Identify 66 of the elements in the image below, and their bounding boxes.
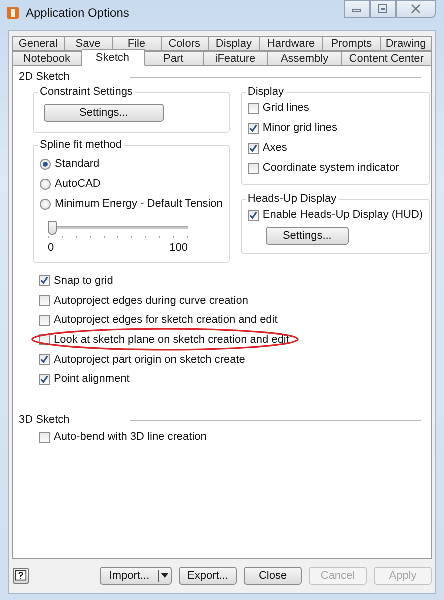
checkbox[interactable] bbox=[39, 374, 50, 385]
radio-label: Standard bbox=[55, 158, 100, 170]
group-title: Display bbox=[246, 86, 285, 98]
checkbox-label: Enable Heads-Up Display (HUD) bbox=[262, 209, 424, 221]
window-title: Application Options bbox=[26, 6, 130, 20]
group-title: Spline fit method bbox=[39, 139, 123, 151]
help-button[interactable] bbox=[13, 568, 29, 584]
section-heading: 3D Sketch bbox=[19, 414, 70, 426]
slider-thumb[interactable] bbox=[48, 221, 57, 235]
checkbox[interactable] bbox=[248, 162, 259, 174]
checkbox-label: Coordinate system indicator bbox=[262, 162, 400, 174]
import-button[interactable]: Import... bbox=[101, 570, 158, 582]
tab[interactable]: Assembly bbox=[268, 51, 342, 66]
checkbox[interactable] bbox=[39, 275, 50, 286]
tab[interactable]: Hardware bbox=[260, 36, 324, 51]
tab[interactable]: Sketch bbox=[82, 49, 145, 66]
group-title: Constraint Settings bbox=[39, 86, 134, 98]
slider-max-label: 100 bbox=[170, 242, 188, 254]
close-icon bbox=[411, 4, 421, 14]
section-heading: 2D Sketch bbox=[19, 71, 70, 83]
checkbox[interactable] bbox=[248, 102, 259, 114]
tab[interactable]: Prompts bbox=[323, 36, 382, 51]
tab[interactable]: Part bbox=[144, 51, 204, 66]
tab[interactable]: Drawing bbox=[381, 36, 432, 51]
tab[interactable]: General bbox=[12, 36, 65, 51]
maximize-button[interactable] bbox=[370, 0, 396, 18]
checkbox-label: Autoproject edges for sketch creation and edit bbox=[54, 314, 278, 326]
maximize-icon bbox=[378, 4, 388, 14]
checkbox-label: Autoproject edges during curve creation bbox=[54, 294, 248, 307]
checkbox[interactable] bbox=[248, 210, 259, 220]
radio-button[interactable] bbox=[40, 178, 51, 190]
tab[interactable]: Save bbox=[64, 36, 113, 51]
app-icon bbox=[6, 6, 20, 20]
radio-button[interactable] bbox=[40, 158, 51, 170]
checkbox-label: Grid lines bbox=[262, 102, 310, 114]
radio-label: Minimum Energy - Default Tension bbox=[55, 198, 223, 210]
dialog-button[interactable]: Close bbox=[244, 567, 302, 585]
group-title: Heads-Up Display bbox=[246, 193, 338, 205]
minimize-button[interactable] bbox=[344, 0, 370, 18]
checkbox[interactable] bbox=[39, 295, 50, 306]
settings-button[interactable]: Settings... bbox=[266, 227, 349, 245]
dropdown-arrow-icon[interactable] bbox=[159, 573, 171, 579]
tab[interactable]: Content Center bbox=[342, 51, 432, 66]
checkbox[interactable] bbox=[39, 314, 50, 326]
checkbox-label: Minor grid lines bbox=[262, 122, 338, 134]
tab[interactable]: Notebook bbox=[12, 51, 82, 66]
checkbox-label: Autoproject part origin on sketch create bbox=[54, 354, 246, 366]
checkbox-label: Auto-bend with 3D line creation bbox=[54, 431, 207, 444]
tab[interactable]: iFeature bbox=[204, 51, 268, 66]
settings-button[interactable]: Settings... bbox=[44, 104, 164, 122]
tab[interactable]: Colors bbox=[162, 36, 209, 51]
checkbox[interactable] bbox=[248, 142, 259, 154]
slider-min-label: 0 bbox=[48, 242, 54, 254]
checkbox[interactable] bbox=[248, 122, 259, 134]
close-button[interactable] bbox=[396, 0, 436, 18]
checkbox-label: Look at sketch plane on sketch creation and edit bbox=[54, 334, 290, 346]
dialog-button[interactable]: Export... bbox=[179, 567, 237, 585]
tab[interactable]: Display bbox=[208, 36, 260, 51]
checkbox-label: Point alignment bbox=[54, 373, 130, 386]
checkbox[interactable] bbox=[39, 432, 50, 443]
checkbox-label: Snap to grid bbox=[54, 274, 114, 287]
radio-label: AutoCAD bbox=[55, 178, 101, 190]
checkbox-label: Axes bbox=[262, 142, 288, 154]
radio-button[interactable] bbox=[40, 198, 51, 210]
import-split-button[interactable]: Import... bbox=[100, 567, 172, 585]
checkbox[interactable] bbox=[39, 354, 50, 366]
